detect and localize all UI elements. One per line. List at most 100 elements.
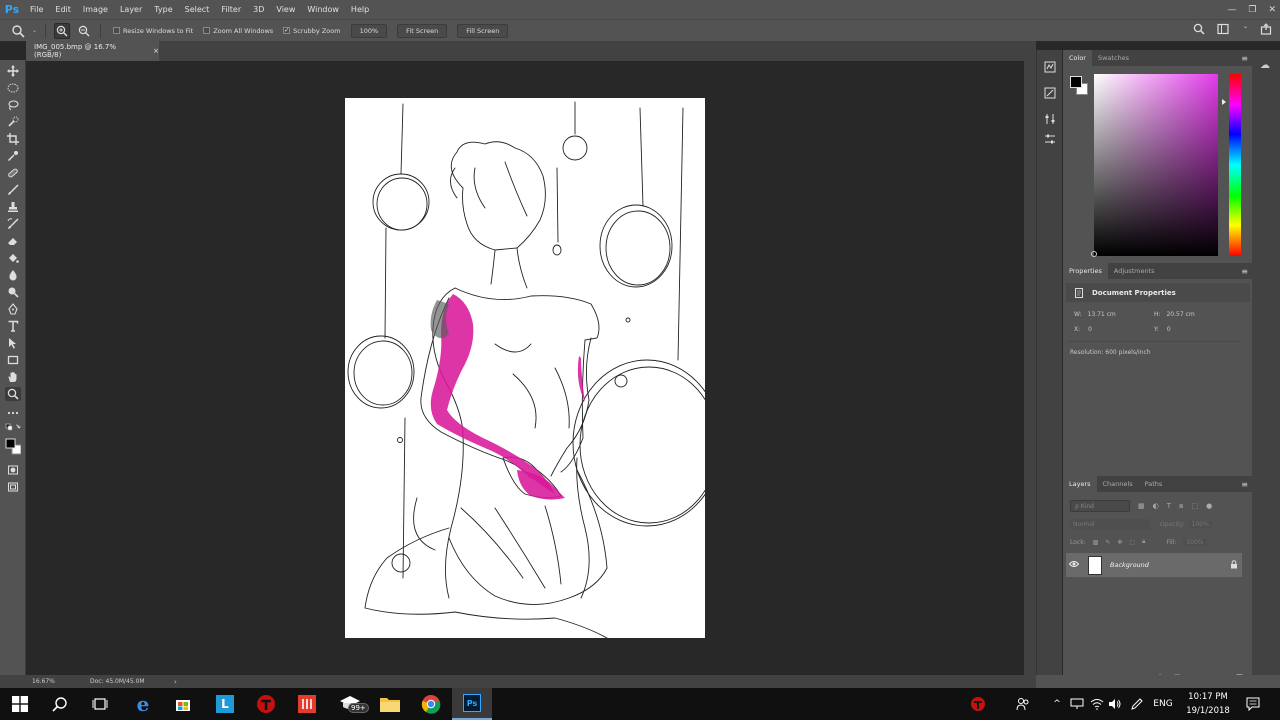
menu-image[interactable]: Image [77,0,114,19]
task-view-icon[interactable] [80,688,120,720]
rectangle-tool-icon[interactable] [5,353,21,367]
action-center-icon[interactable] [1244,688,1262,720]
layer-thumbnail[interactable] [1088,555,1102,575]
menu-edit[interactable]: Edit [49,0,77,19]
layer-row-background[interactable]: Background [1066,553,1242,577]
hand-tool-icon[interactable] [5,370,21,384]
zoom-all-windows-checkbox-box[interactable] [203,27,211,34]
tab-properties[interactable]: Properties [1063,263,1108,279]
fill-screen-button[interactable]: Fill Screen [457,23,509,38]
show-hidden-icons-chevron-icon[interactable]: ^ [1050,688,1064,720]
resize-windows-checkbox[interactable]: Resize Windows to Fit [113,27,193,35]
minimize-button[interactable]: — [1227,5,1236,15]
menu-layer[interactable]: Layer [114,0,148,19]
type-tool-icon[interactable] [5,319,21,333]
start-button-windows-icon[interactable] [0,688,40,720]
clone-stamp-tool-icon[interactable] [5,200,21,214]
x-value[interactable]: 0 [1088,326,1092,333]
zoom-in-icon[interactable] [54,22,71,39]
history-panel-icon[interactable] [1042,60,1058,74]
zoom-100-button[interactable]: 100% [350,23,388,38]
blur-tool-icon[interactable] [5,268,21,282]
hue-slider[interactable] [1229,74,1241,256]
lock-position-icon[interactable]: ✥ [1117,539,1122,546]
height-value[interactable]: 20.57 cm [1166,311,1194,318]
red-circle-app-icon[interactable] [246,688,286,720]
restore-button[interactable]: ❐ [1248,5,1256,15]
tab-channels[interactable]: Channels [1097,476,1139,492]
zoom-level-status[interactable]: 16.67% [32,678,72,685]
zoom-tool-preset-icon[interactable] [10,23,26,39]
zoom-tool-icon[interactable] [5,387,21,401]
preset-dropdown-arrow-icon[interactable]: ⌄ [32,27,37,34]
filter-shape-icon[interactable]: ⧈ [1179,502,1183,511]
menu-help[interactable]: Help [345,0,375,19]
eyedropper-tool-icon[interactable] [5,149,21,163]
search-icon[interactable] [1193,23,1205,38]
edge-browser-icon[interactable]: e [123,688,163,720]
eraser-tool-icon[interactable] [5,234,21,248]
l-app-icon[interactable]: L [205,688,245,720]
brush-tool-icon[interactable] [5,183,21,197]
zoom-all-windows-checkbox[interactable]: Zoom All Windows [203,27,273,35]
volume-icon[interactable] [1106,688,1124,720]
chrome-browser-icon[interactable] [411,688,451,720]
menu-file[interactable]: File [24,0,49,19]
paint-bucket-tool-icon[interactable] [5,251,21,265]
layer-kind-filter[interactable]: ρ Kind [1070,500,1130,512]
resize-windows-checkbox-box[interactable] [113,27,121,34]
lock-all-icon[interactable]: 🔒︎ [1142,538,1145,546]
color-panel-menu-icon[interactable]: ≡ [1241,54,1248,63]
zoom-out-icon[interactable] [76,23,92,39]
scrubby-zoom-checkbox[interactable]: ✓ Scrubby Zoom [283,27,341,35]
photoshop-taskbar-icon[interactable]: Ps [452,688,492,720]
cloud-libraries-icon[interactable]: ☁ [1260,60,1270,71]
status-menu-arrow-icon[interactable]: › [174,678,177,686]
fit-screen-button[interactable]: Fit Screen [397,23,448,38]
people-icon[interactable] [1014,688,1032,720]
color-picker-cursor[interactable] [1091,251,1097,257]
lasso-tool-icon[interactable] [5,98,21,112]
workspace-dropdown-arrow-icon[interactable]: ⌄ [1243,23,1248,38]
adjustments-panel-icon[interactable] [1042,132,1058,146]
marquee-tool-icon[interactable] [5,81,21,95]
menu-filter[interactable]: Filter [215,0,247,19]
tab-adjustments[interactable]: Adjustments [1108,263,1161,279]
layer-visibility-eye-icon[interactable] [1066,560,1082,570]
photoshop-logo[interactable]: Ps [0,0,24,19]
edit-toolbar-icon[interactable] [5,406,21,420]
hue-slider-handle[interactable] [1222,99,1226,105]
layer-lock-icon[interactable] [1226,559,1242,571]
filter-pixel-icon[interactable]: ▦ [1138,502,1145,510]
filter-adjustment-icon[interactable]: ◐ [1153,502,1159,510]
tab-color[interactable]: Color [1063,50,1092,66]
red-square-app-icon[interactable] [287,688,327,720]
tool-presets-panel-icon[interactable] [1042,112,1058,126]
menu-window[interactable]: Window [301,0,345,19]
pen-workspace-icon[interactable] [1128,688,1146,720]
document-tab-close-icon[interactable]: × [153,47,159,55]
file-explorer-icon[interactable] [370,688,410,720]
foreground-background-color-icon[interactable] [5,437,21,457]
healing-brush-tool-icon[interactable] [5,166,21,180]
menu-type[interactable]: Type [148,0,178,19]
blend-mode-select[interactable]: Normal [1070,518,1150,530]
workspace-switcher-icon[interactable] [1217,23,1231,38]
mail-app-icon[interactable]: 99+ [330,688,370,720]
width-value[interactable]: 13.71 cm [1088,311,1116,318]
foreground-color-swatch[interactable] [1070,76,1082,88]
taskbar-clock[interactable]: 10:17 PM 19/1/2018 [1178,690,1238,718]
share-icon[interactable] [1260,23,1272,38]
wifi-icon[interactable] [1088,688,1106,720]
history-brush-tool-icon[interactable] [5,217,21,231]
y-value[interactable]: 0 [1167,326,1171,333]
language-indicator[interactable]: ENG [1150,688,1176,720]
layer-name[interactable]: Background [1110,561,1226,569]
search-taskbar-icon[interactable] [40,688,80,720]
network-ethernet-icon[interactable] [1068,688,1086,720]
tab-paths[interactable]: Paths [1139,476,1169,492]
document-canvas[interactable] [345,98,705,638]
brushes-panel-icon[interactable] [1042,86,1058,100]
dodge-tool-icon[interactable] [5,285,21,299]
tab-layers[interactable]: Layers [1063,476,1097,492]
